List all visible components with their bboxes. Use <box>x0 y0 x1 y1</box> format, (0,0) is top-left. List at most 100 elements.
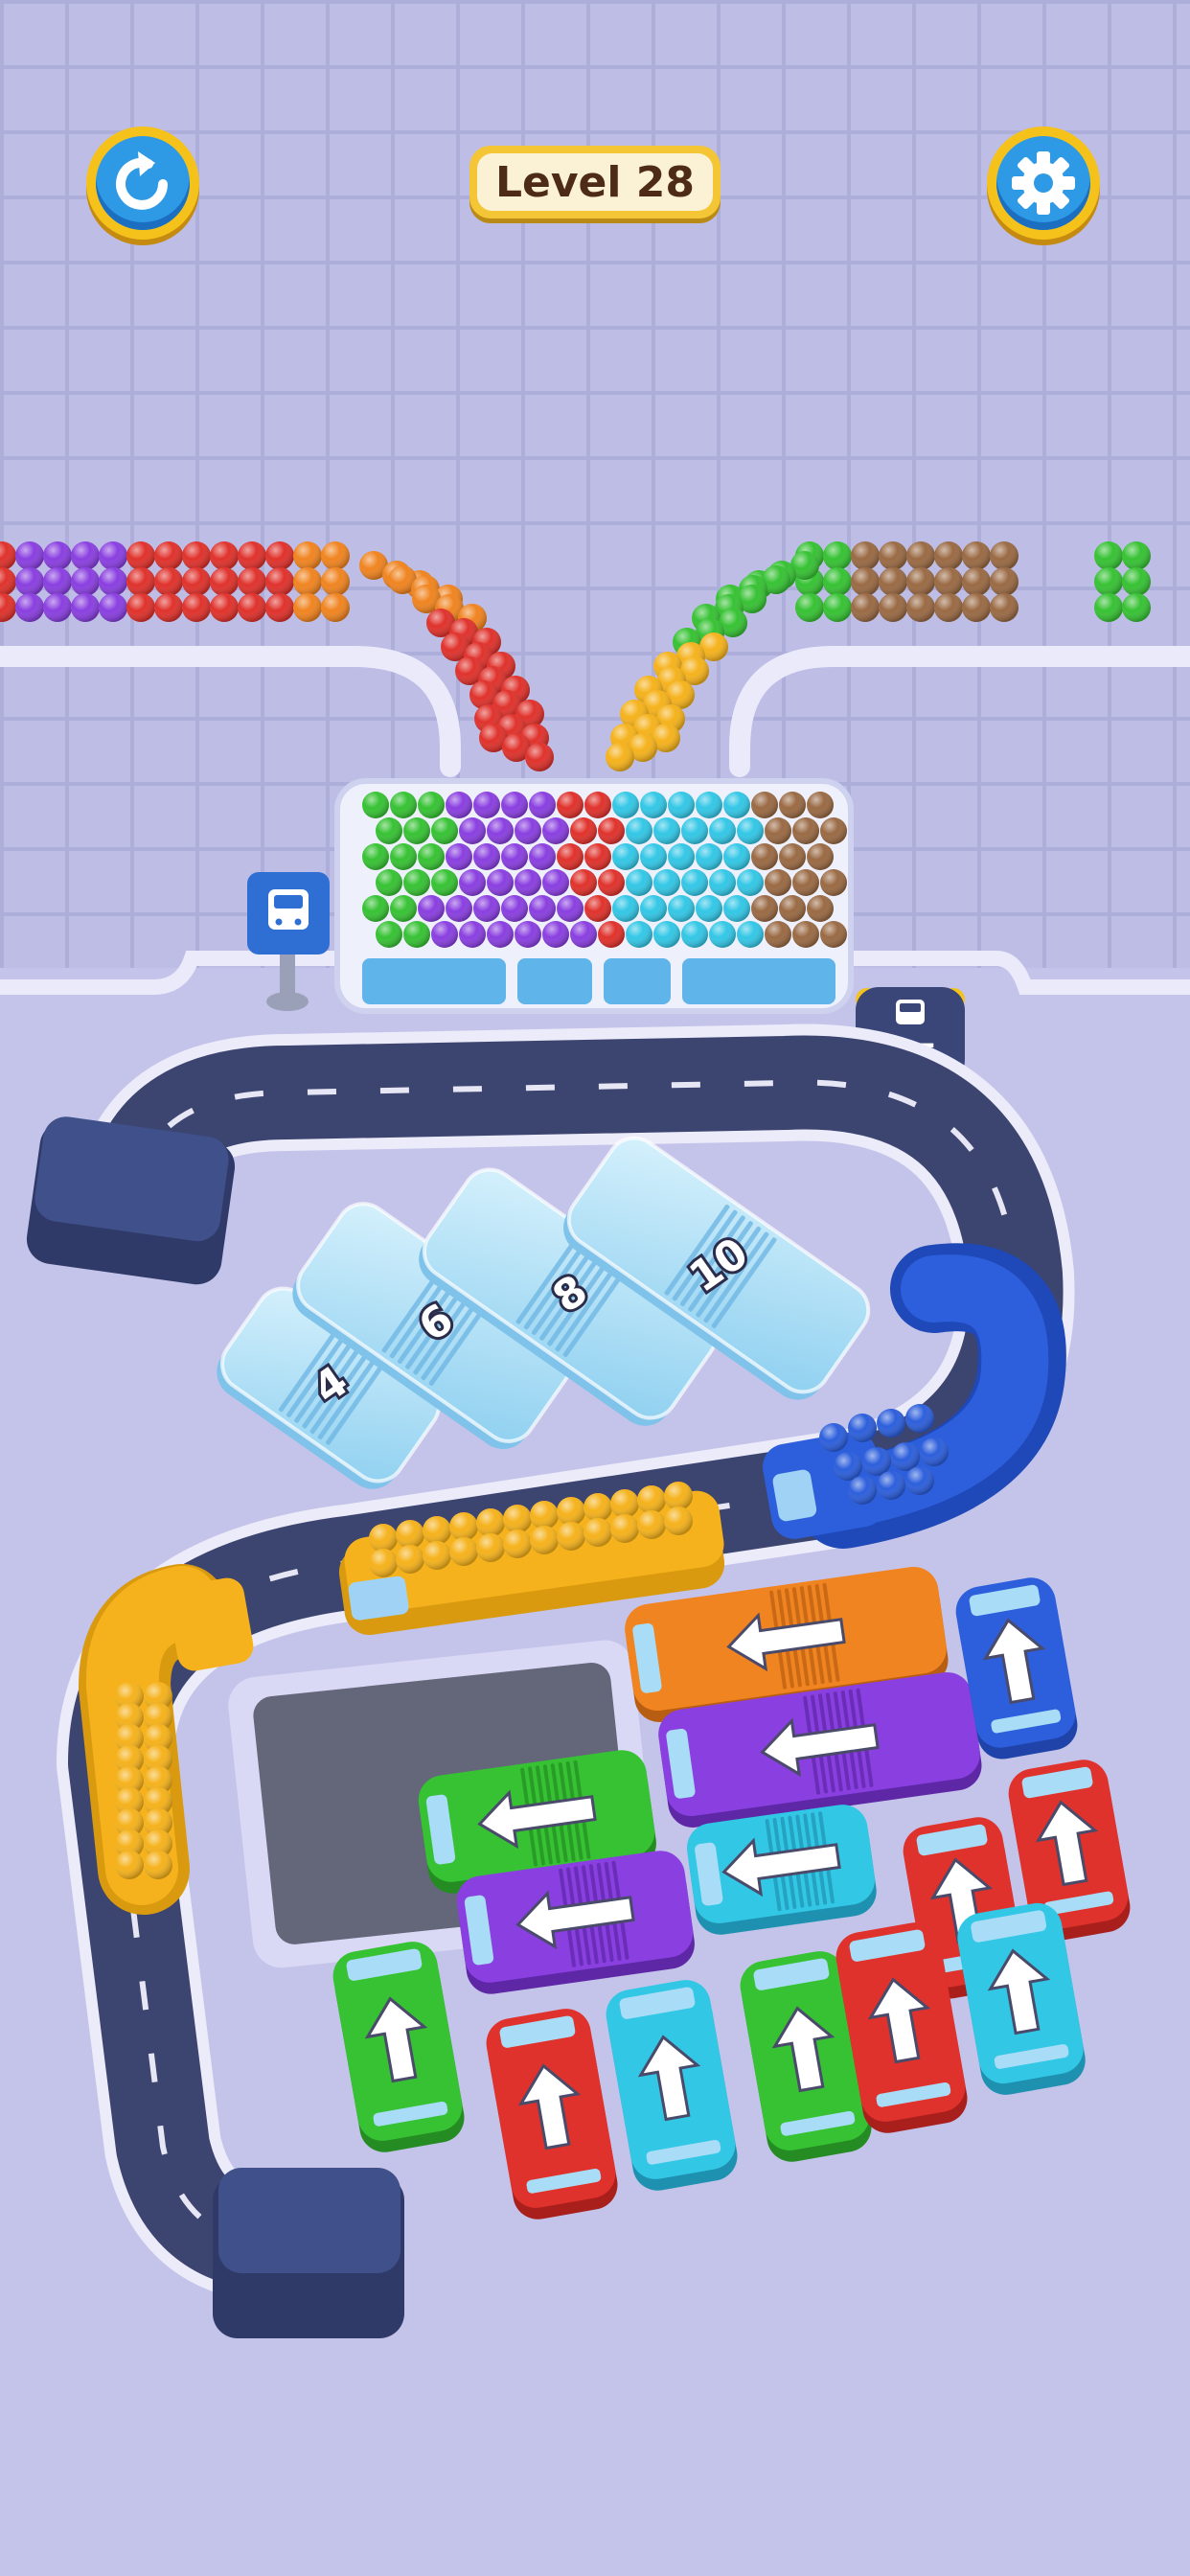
passenger-shine <box>877 1409 905 1438</box>
game-board: 3/5 468 10 <box>0 541 1190 2338</box>
passenger-shine <box>99 541 127 570</box>
vehicle-cyan[interactable] <box>602 1976 741 2195</box>
passenger-shine <box>681 869 708 896</box>
passenger-shine <box>820 817 847 844</box>
passenger-shine <box>362 843 389 870</box>
passenger-shine <box>431 869 458 896</box>
passenger-shine <box>637 1485 666 1514</box>
passenger-shine <box>369 1524 398 1552</box>
passenger-shine <box>390 792 417 818</box>
passenger-shine <box>418 843 445 870</box>
passenger-shine <box>906 541 935 570</box>
passenger-shine <box>612 792 639 818</box>
passenger-shine <box>1094 567 1123 596</box>
passenger-shine <box>765 921 791 948</box>
passenger-shine <box>1122 541 1151 570</box>
restart-icon <box>116 151 168 210</box>
passenger-shine <box>879 541 907 570</box>
passenger-shine <box>934 567 963 596</box>
passenger-shine <box>418 895 445 922</box>
passenger-shine <box>487 921 514 948</box>
plaza-rail-right <box>853 951 1190 995</box>
passenger-shine <box>115 1851 144 1879</box>
passenger-shine <box>606 743 634 771</box>
passenger-shine <box>681 921 708 948</box>
bus-icon <box>896 1000 925 1024</box>
passenger-shine <box>962 567 991 596</box>
settings-button[interactable] <box>987 126 1100 240</box>
passenger-shine <box>891 1442 920 1471</box>
road-block-bottom <box>213 2168 404 2338</box>
restart-button[interactable] <box>86 126 199 240</box>
passenger-shine <box>71 567 100 596</box>
passenger-shine <box>653 921 680 948</box>
passenger-shine <box>376 921 402 948</box>
passenger-shine <box>501 895 528 922</box>
passenger-shine <box>210 567 239 596</box>
passenger-shine <box>43 567 72 596</box>
passenger-shine <box>126 541 155 570</box>
passenger-shine <box>640 843 667 870</box>
passenger-shine <box>723 895 750 922</box>
passenger-shine <box>99 593 127 622</box>
level-label: Level 28 <box>477 153 713 211</box>
passenger-shine <box>737 921 764 948</box>
passenger-shine <box>962 541 991 570</box>
passenger-shine <box>737 869 764 896</box>
passenger-shine <box>0 541 16 570</box>
passenger-shine <box>446 895 472 922</box>
passenger-shine <box>696 843 722 870</box>
passenger-shine <box>664 1506 693 1535</box>
passenger-shine <box>238 567 266 596</box>
passenger-shine <box>449 1512 478 1541</box>
passenger-shine <box>446 843 472 870</box>
passenger-shine <box>459 817 486 844</box>
passenger-shine <box>476 1533 505 1562</box>
passenger-shine <box>668 792 695 818</box>
passenger-shine <box>584 895 611 922</box>
vehicle-red[interactable] <box>482 2005 621 2223</box>
passenger-shine <box>321 593 350 622</box>
passenger-shine <box>515 869 541 896</box>
passenger-shine <box>403 817 430 844</box>
passenger-shine <box>570 921 597 948</box>
passenger-shine <box>668 843 695 870</box>
passenger-shine <box>293 593 322 622</box>
passenger-shine <box>15 541 44 570</box>
bus-stop-icon <box>268 889 309 930</box>
passenger-shine <box>515 921 541 948</box>
passenger-shine <box>765 869 791 896</box>
passenger-shine <box>905 1466 934 1495</box>
passenger-shine <box>43 541 72 570</box>
passenger-shine <box>557 843 584 870</box>
passenger-shine <box>610 1489 639 1518</box>
vehicle-green[interactable] <box>329 1938 468 2156</box>
passenger-shine <box>1122 593 1151 622</box>
passenger-shine <box>126 593 155 622</box>
passenger-shine <box>182 593 211 622</box>
passenger-shine <box>403 869 430 896</box>
passenger-shine <box>584 1493 612 1522</box>
passenger-shine <box>459 921 486 948</box>
passenger-shine <box>851 593 880 622</box>
passenger-shine <box>449 1537 478 1566</box>
passenger-shine <box>990 593 1018 622</box>
passenger-shine <box>71 593 100 622</box>
passenger-shine <box>542 921 569 948</box>
passenger-shine <box>43 593 72 622</box>
passenger-shine <box>696 792 722 818</box>
passenger-shine <box>906 593 935 622</box>
passenger-shine <box>529 895 556 922</box>
passenger-shine <box>934 593 963 622</box>
passenger-shine <box>293 567 322 596</box>
passenger-shine <box>823 567 852 596</box>
passenger-shine <box>779 792 806 818</box>
passenger-shine <box>668 895 695 922</box>
passenger-shine <box>182 567 211 596</box>
passenger-shine <box>390 895 417 922</box>
passenger-shine <box>144 1851 172 1879</box>
right-queue-track <box>729 646 1190 777</box>
passenger-shine <box>487 869 514 896</box>
bus-stop-sign <box>247 872 330 1011</box>
passenger-shine <box>501 843 528 870</box>
